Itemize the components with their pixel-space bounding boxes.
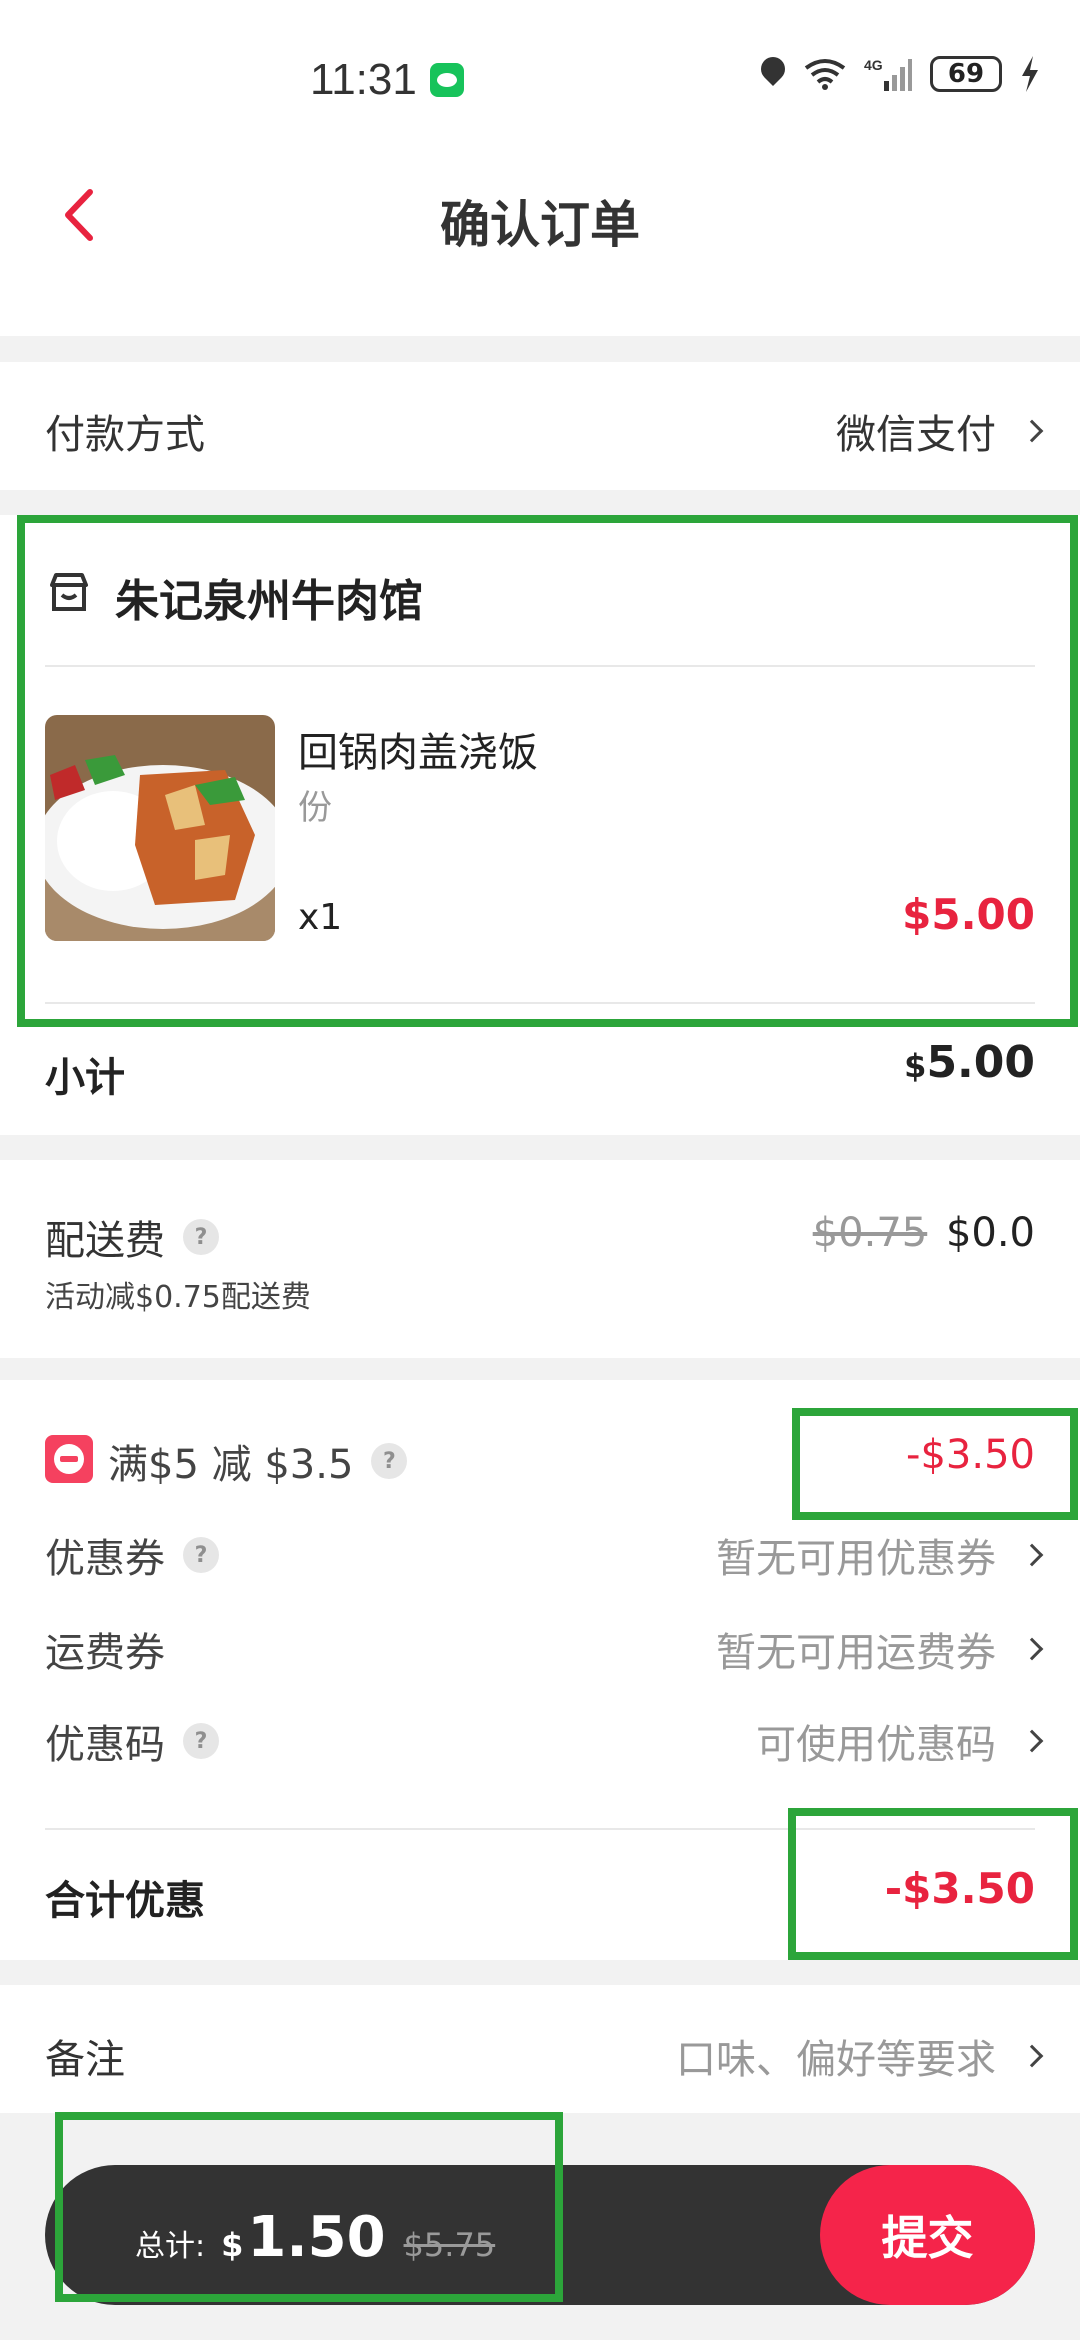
status-bar: 11:31 4G 69	[0, 0, 1080, 150]
delivery-fee-label-group: 配送费 ?	[45, 1208, 219, 1266]
payment-method-row[interactable]: 付款方式 微信支付	[0, 362, 1080, 490]
help-icon[interactable]: ?	[183, 1537, 219, 1573]
delivery-fee-card: 配送费 ? 活动减$0.75配送费 $0.75 $0.0	[0, 1160, 1080, 1358]
subtotal-currency: $	[904, 1047, 927, 1085]
highlight-box-order-total	[55, 2112, 563, 2302]
payment-method-label: 付款方式	[45, 412, 205, 458]
coupon-row-value[interactable]: 暂无可用优惠券	[716, 1526, 1044, 1584]
payment-method-name: 微信支付	[836, 412, 996, 458]
status-time: 11:31	[310, 55, 417, 104]
delivery-fee-values: $0.75 $0.0	[813, 1210, 1035, 1256]
wifi-icon	[804, 59, 846, 90]
cell-signal-icon: 4G	[864, 57, 912, 91]
shipping-coupon-row-value[interactable]: 暂无可用运费券	[716, 1620, 1044, 1678]
promo-label-group: 满$5 减 $3.5 ?	[108, 1432, 408, 1490]
remark-input[interactable]: 口味、偏好等要求	[676, 2027, 1044, 2085]
coupon-label: 优惠券	[45, 1536, 165, 1582]
shipping-coupon-value: 暂无可用运费券	[716, 1630, 996, 1676]
status-icons: 4G 69	[760, 56, 1040, 92]
highlight-box-total-discount	[788, 1808, 1078, 1960]
chevron-right-icon	[1020, 419, 1044, 443]
page-title: 确认订单	[440, 196, 640, 254]
location-icon	[760, 57, 786, 91]
remark-placeholder: 口味、偏好等要求	[676, 2037, 996, 2083]
promo-code-value: 可使用优惠码	[756, 1722, 996, 1768]
total-discount-label: 合计优惠	[45, 1878, 205, 1924]
promo-code-label-group: 优惠码 ?	[45, 1712, 219, 1770]
help-icon[interactable]: ?	[183, 1219, 219, 1255]
chevron-right-icon	[1020, 1729, 1044, 1753]
address-section-tail	[0, 290, 1080, 336]
remark-label: 备注	[45, 2037, 125, 2083]
chevron-right-icon	[1020, 1543, 1044, 1567]
highlight-box-promo	[792, 1408, 1078, 1520]
highlight-box-items	[17, 515, 1078, 1027]
subtotal-value: 5.00	[926, 1037, 1035, 1088]
subtotal-label: 小计	[45, 1055, 125, 1101]
delivery-fee-current: $0.0	[945, 1210, 1035, 1256]
battery-indicator: 69	[930, 56, 1002, 92]
coupon-label-group: 优惠券 ?	[45, 1526, 219, 1584]
chevron-right-icon	[1020, 2044, 1044, 2068]
nav-bar: 确认订单	[0, 150, 1080, 290]
delivery-fee-label: 配送费	[45, 1218, 165, 1264]
delivery-fee-note: 活动减$0.75配送费	[45, 1280, 311, 1315]
delivery-fee-original: $0.75	[812, 1210, 928, 1256]
payment-method-value: 微信支付	[836, 402, 1044, 460]
submit-button[interactable]: 提交	[820, 2165, 1035, 2305]
chevron-right-icon	[1020, 1637, 1044, 1661]
help-icon[interactable]: ?	[371, 1443, 408, 1479]
charging-icon	[1022, 56, 1038, 92]
remark-row[interactable]: 备注 口味、偏好等要求	[0, 1985, 1080, 2113]
promo-code-label: 优惠码	[45, 1722, 165, 1768]
promo-code-row-value[interactable]: 可使用优惠码	[756, 1712, 1044, 1770]
wechat-notification-icon	[430, 63, 464, 97]
coupon-value: 暂无可用优惠券	[716, 1536, 996, 1582]
svg-text:4G: 4G	[864, 57, 883, 73]
subtotal-amount: $5.00	[904, 1037, 1035, 1088]
help-icon[interactable]: ?	[183, 1723, 219, 1759]
shipping-coupon-label: 运费券	[45, 1630, 165, 1676]
promo-badge-icon	[45, 1435, 93, 1483]
promo-label: 满$5 减 $3.5	[108, 1442, 354, 1488]
